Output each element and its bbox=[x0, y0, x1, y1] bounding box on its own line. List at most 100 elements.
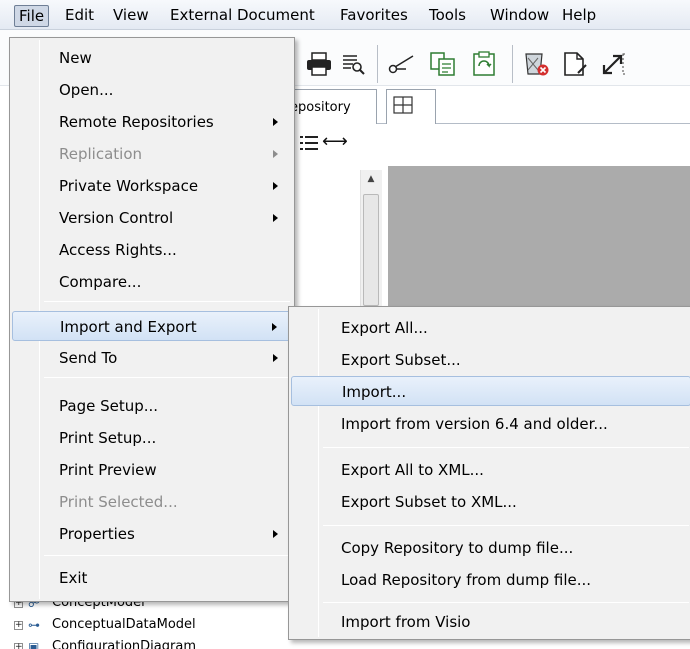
menu-separator bbox=[44, 301, 290, 302]
menu-tools[interactable]: Tools bbox=[429, 7, 466, 27]
menu-item-label: Open... bbox=[59, 81, 114, 99]
menu-item-open[interactable]: Open... bbox=[12, 75, 292, 105]
menu-separator bbox=[323, 447, 689, 448]
submenu-arrow-icon bbox=[273, 354, 278, 362]
copy-icon[interactable] bbox=[428, 49, 458, 79]
menu-item-label: Load Repository from dump file... bbox=[341, 571, 592, 589]
menu-item-label: Import... bbox=[342, 383, 407, 401]
submenu-arrow-icon bbox=[273, 182, 278, 190]
app-window: File Edit View External Document Favorit… bbox=[0, 0, 690, 649]
menu-item-label: Page Setup... bbox=[59, 397, 159, 415]
menu-item-label: Export All... bbox=[341, 319, 428, 337]
submenu-arrow-icon bbox=[273, 214, 278, 222]
print-preview-icon[interactable] bbox=[338, 49, 368, 79]
menu-item-label: Print Preview bbox=[59, 461, 157, 479]
menu-separator bbox=[323, 525, 689, 526]
menu-item-label: Properties bbox=[59, 525, 135, 543]
delete-icon[interactable] bbox=[522, 49, 552, 79]
menu-item-label: Import and Export bbox=[60, 318, 197, 336]
submenu-arrow-icon bbox=[273, 150, 278, 158]
menu-item-export-all[interactable]: Export All... bbox=[291, 313, 690, 343]
diagram-icon: ▣ bbox=[28, 640, 40, 649]
tab-diagram[interactable] bbox=[386, 89, 436, 125]
menu-item-replication: Replication bbox=[12, 139, 292, 169]
menu-item-new[interactable]: New bbox=[12, 43, 292, 73]
submenu-arrow-icon bbox=[272, 323, 277, 331]
scroll-up-icon[interactable]: ▲ bbox=[362, 170, 380, 188]
menu-item-label: Send To bbox=[59, 349, 118, 367]
menu-separator bbox=[44, 377, 290, 378]
menu-item-label: Private Workspace bbox=[59, 177, 199, 195]
expand-width-icon[interactable]: ⟷ bbox=[322, 131, 348, 152]
menu-bar: File Edit View External Document Favorit… bbox=[0, 0, 690, 30]
menu-window[interactable]: Window bbox=[490, 7, 549, 27]
tab-repository-label: epository bbox=[290, 100, 351, 115]
menu-favorites[interactable]: Favorites bbox=[340, 7, 408, 27]
menu-edit[interactable]: Edit bbox=[65, 7, 94, 27]
menu-separator bbox=[44, 555, 290, 556]
menu-item-import[interactable]: Import... bbox=[291, 376, 690, 406]
menu-item-properties[interactable]: Properties bbox=[12, 519, 292, 549]
list-view-icon[interactable] bbox=[300, 133, 318, 155]
menu-item-print-selected: Print Selected... bbox=[12, 487, 292, 517]
menu-item-label: Replication bbox=[59, 145, 143, 163]
menu-item-label: Compare... bbox=[59, 273, 142, 291]
file-menu: New Open... Remote Repositories Replicat… bbox=[9, 37, 295, 602]
menu-item-label: New bbox=[59, 49, 92, 67]
menu-item-private-workspace[interactable]: Private Workspace bbox=[12, 171, 292, 201]
menu-item-remote-repositories[interactable]: Remote Repositories bbox=[12, 107, 292, 137]
toolbar-separator bbox=[377, 45, 378, 83]
menu-item-label: Remote Repositories bbox=[59, 113, 214, 131]
menu-view[interactable]: View bbox=[113, 7, 149, 27]
menu-item-label: Exit bbox=[59, 569, 88, 587]
menu-item-label: Export All to XML... bbox=[341, 461, 484, 479]
menu-item-page-setup[interactable]: Page Setup... bbox=[12, 391, 292, 421]
menu-item-label: Export Subset... bbox=[341, 351, 461, 369]
menu-item-compare[interactable]: Compare... bbox=[12, 267, 292, 297]
menu-file[interactable]: File bbox=[14, 5, 50, 27]
cut-icon[interactable] bbox=[386, 49, 416, 79]
menu-item-label: Import from version 6.4 and older... bbox=[341, 415, 608, 433]
menu-item-version-control[interactable]: Version Control bbox=[12, 203, 292, 233]
menu-item-send-to[interactable]: Send To bbox=[12, 343, 292, 373]
tree-item-label: ConceptualDataModel bbox=[52, 617, 196, 632]
menu-item-copy-repository-to-dump[interactable]: Copy Repository to dump file... bbox=[291, 533, 690, 563]
menu-item-load-repository-from-dump[interactable]: Load Repository from dump file... bbox=[291, 565, 690, 595]
menu-separator bbox=[323, 602, 689, 603]
menu-item-export-subset-to-xml[interactable]: Export Subset to XML... bbox=[291, 487, 690, 517]
menu-item-export-all-to-xml[interactable]: Export All to XML... bbox=[291, 455, 690, 485]
menu-external-document[interactable]: External Document bbox=[170, 7, 315, 27]
menu-item-label: Access Rights... bbox=[59, 241, 177, 259]
menu-help[interactable]: Help bbox=[562, 7, 596, 27]
menu-item-print-preview[interactable]: Print Preview bbox=[12, 455, 292, 485]
toolbar-separator bbox=[512, 45, 513, 83]
menu-item-access-rights[interactable]: Access Rights... bbox=[12, 235, 292, 265]
menu-item-label: Print Setup... bbox=[59, 429, 157, 447]
menu-item-label: Export Subset to XML... bbox=[341, 493, 517, 511]
menu-item-label: Import from Visio bbox=[341, 613, 471, 631]
menu-item-import-from-visio[interactable]: Import from Visio bbox=[291, 607, 690, 637]
expand-icon[interactable]: + bbox=[14, 621, 23, 630]
new-document-icon[interactable] bbox=[560, 49, 590, 79]
diagram-canvas bbox=[388, 166, 690, 308]
tree-item-label: ConfigurationDiagram bbox=[52, 639, 196, 649]
expand-icon[interactable]: + bbox=[14, 643, 23, 649]
view-toolbar bbox=[290, 124, 690, 166]
menu-item-print-setup[interactable]: Print Setup... bbox=[12, 423, 292, 453]
menu-item-exit[interactable]: Exit bbox=[12, 563, 292, 593]
menu-item-export-subset[interactable]: Export Subset... bbox=[291, 345, 690, 375]
menu-item-import-and-export[interactable]: Import and Export bbox=[12, 311, 292, 341]
menu-item-import-from-version-6-4[interactable]: Import from version 6.4 and older... bbox=[291, 409, 690, 439]
resize-icon[interactable] bbox=[598, 49, 628, 79]
grid-icon bbox=[393, 96, 413, 114]
submenu-arrow-icon bbox=[273, 118, 278, 126]
menu-item-label: Print Selected... bbox=[59, 493, 178, 511]
tab-repository[interactable]: epository bbox=[283, 89, 377, 125]
data-model-icon: ⊶ bbox=[28, 618, 40, 632]
print-icon[interactable] bbox=[304, 49, 334, 79]
paste-icon[interactable] bbox=[470, 49, 500, 79]
menu-item-label: Version Control bbox=[59, 209, 174, 227]
submenu-arrow-icon bbox=[273, 530, 278, 538]
scroll-thumb[interactable] bbox=[363, 194, 379, 306]
menu-item-label: Copy Repository to dump file... bbox=[341, 539, 574, 557]
